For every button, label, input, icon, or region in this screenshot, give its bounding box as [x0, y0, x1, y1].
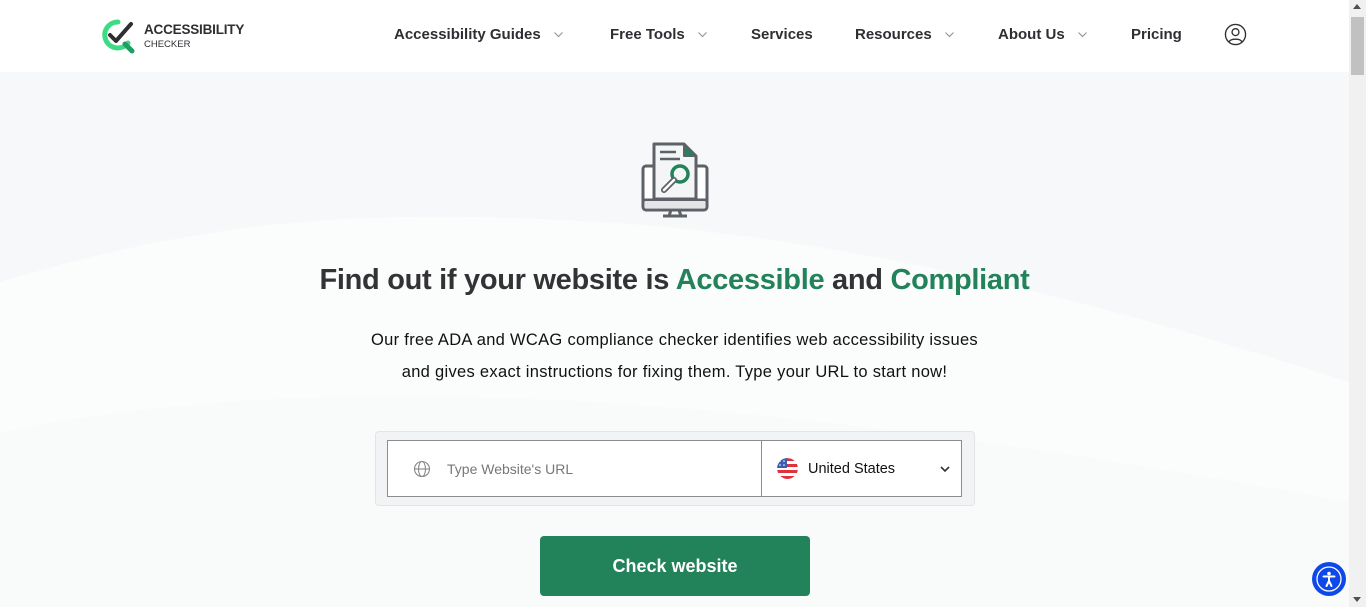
monitor-document-search-icon [641, 142, 709, 218]
hero-subtitle-line: Our free ADA and WCAG compliance checker… [371, 331, 978, 349]
user-account-icon[interactable] [1224, 23, 1247, 46]
nav-item-services[interactable]: Services [751, 26, 813, 43]
us-flag-icon [777, 458, 798, 479]
nav-label: Accessibility Guides [394, 26, 541, 43]
country-selected-value: United States [808, 460, 896, 477]
nav-item-accessibility-guides[interactable]: Accessibility Guides [394, 26, 564, 43]
nav-item-free-tools[interactable]: Free Tools [610, 26, 708, 43]
page: ACCESSIBILITY CHECKER Accessibility Guid… [0, 0, 1349, 607]
nav-label: Pricing [1131, 26, 1182, 43]
hero-title: Find out if your website is Accessible a… [0, 264, 1349, 297]
nav-label: Services [751, 26, 813, 43]
chevron-down-icon [553, 32, 563, 38]
globe-icon [413, 460, 431, 477]
check-website-button[interactable]: Check website [540, 536, 810, 596]
hero-subtitle-line: and gives exact instructions for fixing … [401, 363, 948, 381]
scroll-down-arrow-icon[interactable] [1353, 597, 1361, 602]
site-header: ACCESSIBILITY CHECKER Accessibility Guid… [0, 0, 1349, 72]
accessibility-widget-button[interactable] [1313, 563, 1345, 595]
main-nav: Accessibility Guides Free Tools Services… [0, 0, 1349, 72]
vertical-scrollbar[interactable] [1349, 0, 1366, 607]
url-input[interactable] [447, 460, 727, 477]
nav-label: Free Tools [610, 26, 685, 43]
nav-item-pricing[interactable]: Pricing [1131, 26, 1182, 43]
country-select[interactable]: United States [761, 440, 962, 497]
chevron-down-icon [1077, 32, 1087, 38]
hero-title-compliant: Compliant [890, 264, 1030, 296]
chevron-down-icon [940, 466, 950, 473]
nav-item-about-us[interactable]: About Us [998, 26, 1088, 43]
accessibility-person-icon [1316, 566, 1342, 592]
nav-label: Resources [855, 26, 932, 43]
hero-title-accessible: Accessible [675, 264, 825, 296]
url-field[interactable] [387, 440, 762, 497]
hero-title-part: Find out if your website is [319, 264, 676, 296]
scroll-up-arrow-icon[interactable] [1353, 4, 1361, 9]
chevron-down-icon [944, 32, 954, 38]
nav-label: About Us [998, 26, 1065, 43]
scroll-thumb[interactable] [1351, 17, 1364, 75]
hero-title-part: and [824, 264, 891, 296]
nav-item-resources[interactable]: Resources [855, 26, 955, 43]
hero-subtitle: Our free ADA and WCAG compliance checker… [0, 324, 1349, 388]
chevron-down-icon [697, 32, 707, 38]
